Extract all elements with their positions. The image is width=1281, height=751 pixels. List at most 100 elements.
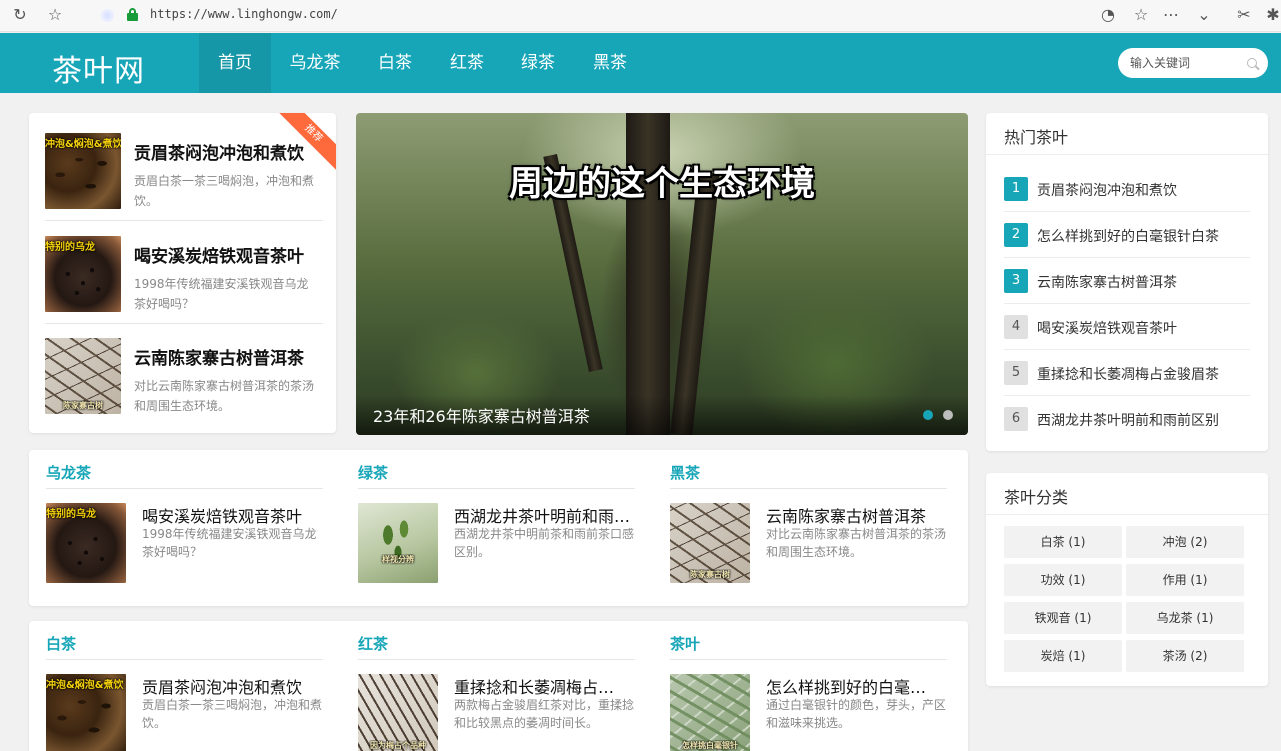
rank-badge: 2 [1004,223,1028,247]
nav-item-dark-tea[interactable]: 黑茶 [580,33,640,93]
nav-item-black-tea[interactable]: 红茶 [437,33,497,93]
featured-thumb[interactable]: 陈家寨古树 [45,338,121,414]
hot-item-title[interactable]: 怎么样挑到好的白毫银针白茶 [1037,226,1219,246]
section-title-dark[interactable]: 黑茶 [670,462,700,483]
divider [986,514,1268,515]
hero-title[interactable]: 23年和26年陈家寨古树普洱茶 [373,403,590,427]
hero-slider[interactable]: 周边的这个生态环境 23年和26年陈家寨古树普洱茶 [356,113,968,435]
section-post-desc: 贡眉白茶一茶三喝焖泡，冲泡和煮饮。 [142,698,323,730]
featured-item[interactable]: 特别的乌龙 喝安溪炭焙铁观音茶叶 1998年传统福建安溪铁观音乌龙茶好喝吗？ [45,236,323,328]
divider [986,154,1268,155]
site-navbar: 茶叶网 首页 乌龙茶 白茶 红茶 绿茶 黑茶 [0,33,1281,93]
section-post-title[interactable]: 云南陈家寨古树普洱茶 [766,503,946,527]
search-input[interactable] [1130,54,1242,72]
hot-item[interactable]: 4 喝安溪炭焙铁观音茶叶 [1004,304,1250,350]
divider [46,488,323,489]
category-tag[interactable]: 炭焙 (1) [1004,640,1122,672]
nav-item-home[interactable]: 首页 [199,33,271,93]
favorite-star-icon[interactable]: ☆ [1130,4,1152,26]
section-title-white[interactable]: 白茶 [46,633,76,654]
chevron-down-icon[interactable]: ⌄ [1193,4,1215,26]
extensions-icon[interactable]: ✱ [1262,4,1281,26]
divider [45,323,323,324]
section-thumb[interactable]: 因为梅占个品种 [358,674,438,751]
section-title-red[interactable]: 红茶 [358,633,388,654]
section-title-oolong[interactable]: 乌龙茶 [46,462,91,483]
featured-card: 推荐 冲泡&焖泡&煮饮 贡眉茶闷泡冲泡和煮饮 贡眉白茶一茶三喝焖泡，冲泡和煮饮。… [29,113,336,433]
section-thumb[interactable]: 怎样挑白毫银针 [670,674,750,751]
category-tag[interactable]: 冲泡 (2) [1126,526,1244,558]
search-icon[interactable] [1247,58,1257,68]
section-thumb[interactable]: 陈家寨古树 [670,503,750,583]
hot-item-title[interactable]: 贡眉茶闷泡冲泡和煮饮 [1037,180,1177,200]
site-info-icon[interactable] [101,9,114,22]
section-post-title[interactable]: 贡眉茶闷泡冲泡和煮饮 [142,674,322,698]
featured-title[interactable]: 喝安溪炭焙铁观音茶叶 [134,242,304,267]
section-thumb[interactable]: 样视分辨 [358,503,438,583]
category-row: 白茶 冲泡&焖泡&煮饮 贡眉茶闷泡冲泡和煮饮 贡眉白茶一茶三喝焖泡，冲泡和煮饮。… [29,621,968,751]
section-post-title[interactable]: 喝安溪炭焙铁观音茶叶 [142,503,322,527]
rank-badge: 6 [1004,407,1028,431]
featured-title[interactable]: 贡眉茶闷泡冲泡和煮饮 [134,139,304,164]
performance-icon[interactable]: ◔ [1097,4,1119,26]
thumb-caption: 怎样挑白毫银针 [682,741,738,750]
slider-dot-active[interactable] [923,410,933,420]
hot-item[interactable]: 1 贡眉茶闷泡冲泡和煮饮 [1004,166,1250,212]
section-title-tea[interactable]: 茶叶 [670,633,700,654]
hot-item-title[interactable]: 重揉捻和长萎凋梅占金骏眉茶 [1037,364,1219,384]
nav-item-white-tea[interactable]: 白茶 [365,33,425,93]
scissors-icon[interactable]: ✂ [1233,4,1255,26]
category-tag[interactable]: 茶汤 (2) [1126,640,1244,672]
hot-item[interactable]: 3 云南陈家寨古树普洱茶 [1004,258,1250,304]
hot-item[interactable]: 6 西湖龙井茶叶明前和雨前区别 [1004,396,1250,442]
slider-dot[interactable] [943,410,953,420]
thumb-caption: 样视分辨 [382,555,414,564]
rank-badge: 1 [1004,177,1028,201]
thumb-caption: 陈家寨古树 [690,570,730,579]
featured-desc: 1998年传统福建安溪铁观音乌龙茶好喝吗？ [134,277,309,311]
category-tag[interactable]: 乌龙茶 (1) [1126,602,1244,634]
category-tag[interactable]: 作用 (1) [1126,564,1244,596]
reload-icon[interactable]: ↻ [9,4,31,26]
featured-item[interactable]: 冲泡&焖泡&煮饮 贡眉茶闷泡冲泡和煮饮 贡眉白茶一茶三喝焖泡，冲泡和煮饮。 [45,133,323,225]
nav-item-oolong[interactable]: 乌龙茶 [281,33,349,93]
more-options-icon[interactable]: ⋯ [1160,4,1182,26]
section-post-desc: 1998年传统福建安溪铁观音乌龙茶好喝吗？ [142,527,317,559]
hot-item-title[interactable]: 西湖龙井茶叶明前和雨前区别 [1037,410,1219,430]
hot-item[interactable]: 2 怎么样挑到好的白毫银针白茶 [1004,212,1250,258]
featured-item[interactable]: 陈家寨古树 云南陈家寨古树普洱茶 对比云南陈家寨古树普洱茶的茶汤和周围生态环境。 [45,338,323,430]
divider [46,659,323,660]
divider [358,488,635,489]
section-thumb[interactable]: 冲泡&焖泡&煮饮 [46,674,126,751]
featured-thumb[interactable]: 冲泡&焖泡&煮饮 [45,133,121,209]
category-tag[interactable]: 功效 (1) [1004,564,1122,596]
section-title-green[interactable]: 绿茶 [358,462,388,483]
section-post-title[interactable]: 重揉捻和长萎凋梅占金骏眉茶 [454,674,630,698]
hot-item[interactable]: 5 重揉捻和长萎凋梅占金骏眉茶 [1004,350,1250,396]
section-post-title[interactable]: 西湖龙井茶叶明前和雨前区别 [454,503,632,527]
category-tag[interactable]: 白茶 (1) [1004,526,1122,558]
tea-category-widget: 茶叶分类 白茶 (1) 冲泡 (2) 功效 (1) 作用 (1) 铁观音 (1)… [986,473,1268,686]
section-post-desc: 通过白毫银针的颜色，芽头，产区和滋味来挑选。 [766,698,947,730]
featured-thumb[interactable]: 特别的乌龙 [45,236,121,312]
category-heading: 茶叶分类 [1004,488,1069,507]
thumb-caption: 因为梅占个品种 [370,741,426,750]
hot-item-title[interactable]: 云南陈家寨古树普洱茶 [1037,272,1177,292]
category-tag[interactable]: 铁观音 (1) [1004,602,1122,634]
address-bar[interactable]: https://www.linghongw.com/ [150,7,338,21]
site-logo[interactable]: 茶叶网 [52,46,145,90]
nav-item-green-tea[interactable]: 绿茶 [508,33,568,93]
featured-title[interactable]: 云南陈家寨古树普洱茶 [134,344,304,369]
section-post-desc: 西湖龙井茶中明前茶和雨前茶口感区别。 [454,527,635,559]
section-thumb[interactable]: 特别的乌龙 [46,503,126,583]
lock-icon [127,8,138,21]
hot-item-title[interactable]: 喝安溪炭焙铁观音茶叶 [1037,318,1177,338]
bookmark-manager-icon[interactable]: ☆ [44,4,66,26]
section-post-title[interactable]: 怎么样挑到好的白毫银针白茶 [766,674,942,698]
divider [670,488,947,489]
thumb-caption: 特别的乌龙 [45,242,95,253]
hero-caption: 周边的这个生态环境 [509,164,815,204]
search-box [1118,48,1268,78]
thumb-caption: 特别的乌龙 [46,509,96,520]
rank-badge: 5 [1004,361,1028,385]
